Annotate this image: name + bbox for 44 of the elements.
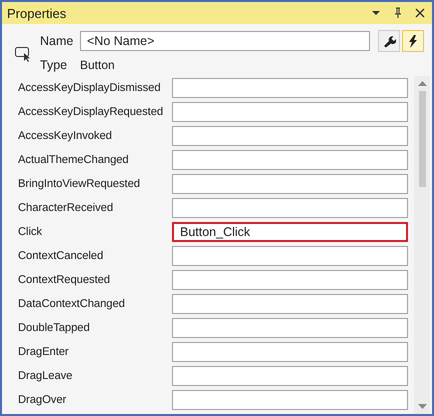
event-handler-field[interactable]	[172, 270, 408, 290]
event-name: Click	[18, 226, 43, 238]
event-handler-field[interactable]	[172, 246, 408, 266]
scroll-down-icon[interactable]	[418, 404, 426, 410]
pin-icon[interactable]	[392, 7, 404, 19]
window-title: Properties	[7, 6, 68, 20]
name-field[interactable]: <No Name>	[80, 31, 370, 51]
event-handler-field[interactable]	[172, 366, 408, 386]
event-handler-field[interactable]	[172, 198, 408, 218]
event-handler-field[interactable]	[172, 78, 408, 98]
lightning-icon	[408, 34, 418, 48]
scroll-thumb[interactable]	[418, 91, 426, 187]
events-view-button[interactable]	[402, 30, 424, 52]
event-handler-field[interactable]	[172, 294, 408, 314]
event-handler-field[interactable]	[172, 390, 408, 410]
event-handler-field[interactable]: Button_Click	[172, 222, 408, 242]
type-label: Type	[40, 58, 68, 72]
name-label: Name	[40, 34, 72, 48]
close-icon[interactable]	[414, 7, 426, 19]
event-handler-field[interactable]	[172, 150, 408, 170]
event-name: ActualThemeChanged	[18, 154, 130, 166]
event-name: DataContextChanged	[18, 298, 126, 310]
event-name: BringIntoViewRequested	[18, 178, 141, 190]
event-name: DoubleTapped	[18, 322, 91, 334]
event-name: AccessKeyDisplayRequested	[18, 106, 164, 118]
event-name: DragLeave	[18, 370, 74, 382]
event-name: CharacterReceived	[18, 202, 114, 214]
type-value: Button	[80, 58, 115, 72]
properties-view-button[interactable]	[378, 30, 400, 52]
event-name: AccessKeyInvoked	[18, 130, 113, 142]
selection-icon	[14, 44, 32, 62]
event-name: DragOver	[18, 394, 68, 406]
event-name: AccessKeyDisplayDismissed	[18, 82, 162, 94]
event-handler-field[interactable]	[172, 342, 408, 362]
scrollbar[interactable]	[414, 76, 430, 414]
scroll-up-icon[interactable]	[418, 80, 426, 86]
event-name: DragEnter	[18, 346, 70, 358]
wrench-icon	[382, 34, 396, 48]
event-name: ContextRequested	[18, 274, 111, 286]
event-handler-field[interactable]	[172, 318, 408, 338]
event-handler-field[interactable]	[172, 102, 408, 122]
event-handler-field[interactable]	[172, 174, 408, 194]
event-handler-field[interactable]	[172, 126, 408, 146]
event-name: ContextCanceled	[18, 250, 104, 262]
